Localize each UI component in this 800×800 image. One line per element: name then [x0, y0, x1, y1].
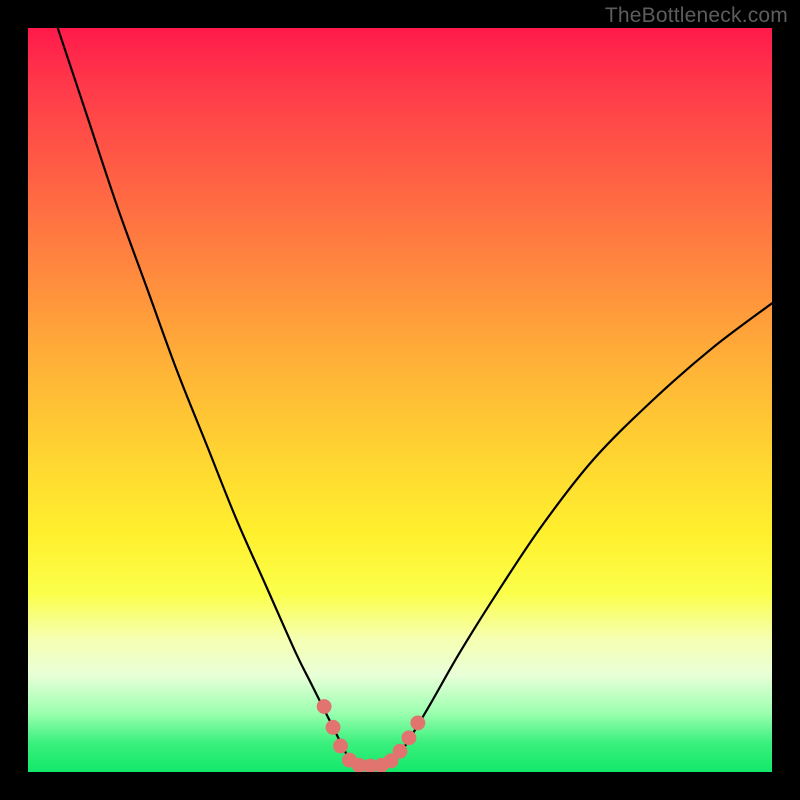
chart-plot-area [28, 28, 772, 772]
highlight-dot [333, 739, 348, 754]
highlight-dot [326, 720, 341, 735]
right-curve [393, 303, 772, 764]
left-curve [58, 28, 352, 765]
curve-group [58, 28, 772, 769]
marker-group [317, 699, 426, 772]
highlight-dot [410, 715, 425, 730]
highlight-dot [317, 699, 332, 714]
watermark-text: TheBottleneck.com [605, 4, 788, 28]
highlight-dot [393, 744, 408, 759]
chart-svg [28, 28, 772, 772]
chart-frame: TheBottleneck.com [0, 0, 800, 800]
highlight-dot [401, 730, 416, 745]
